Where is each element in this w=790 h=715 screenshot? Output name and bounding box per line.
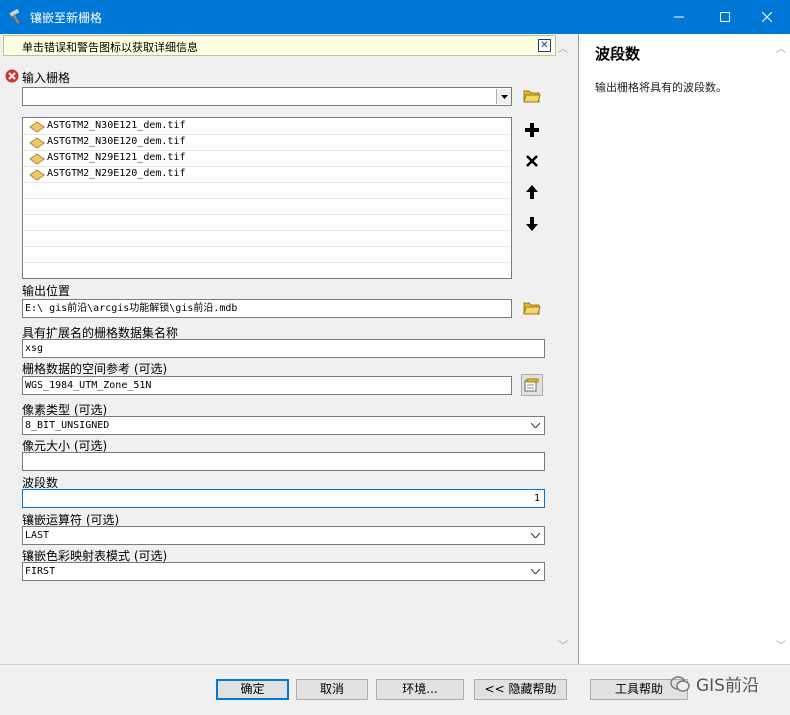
open-folder-icon xyxy=(523,302,541,315)
arrow-up-icon xyxy=(526,185,538,199)
list-item[interactable]: ASTGTM2_N30E121_dem.tif xyxy=(24,119,510,135)
list-item[interactable]: ASTGTM2_N29E120_dem.tif xyxy=(24,167,510,183)
colormap-mode-select[interactable]: FIRST xyxy=(22,562,545,581)
maximize-button[interactable] xyxy=(702,0,748,34)
move-up-button[interactable] xyxy=(521,181,543,203)
raster-icon xyxy=(29,121,45,133)
list-item-empty xyxy=(24,199,510,215)
help-title: 波段数 xyxy=(595,45,641,63)
spatial-ref-field[interactable]: WGS_1984_UTM_Zone_51N xyxy=(22,376,512,395)
bands-field[interactable]: 1 xyxy=(22,489,545,508)
raster-icon xyxy=(29,153,45,165)
help-scroll-down-arrow[interactable]: ﹀ xyxy=(776,637,786,652)
minimize-button[interactable] xyxy=(656,0,702,34)
spatial-ref-button[interactable] xyxy=(521,374,543,396)
arrow-down-icon xyxy=(526,217,538,231)
scroll-up-arrow[interactable]: ︿ xyxy=(558,40,568,55)
list-item-empty xyxy=(24,247,510,263)
watermark: GIS前沿 xyxy=(670,671,759,696)
raster-icon xyxy=(29,137,45,149)
browse-output-button[interactable] xyxy=(521,297,543,319)
list-item[interactable]: ASTGTM2_N29E121_dem.tif xyxy=(24,151,510,167)
help-pane: 波段数 输出栅格将具有的波段数。 ︿ ﹀ xyxy=(578,34,790,664)
window-title: 镶嵌至新栅格 xyxy=(30,11,103,25)
help-scroll-up-arrow[interactable]: ︿ xyxy=(776,40,786,55)
list-item-empty xyxy=(24,215,510,231)
input-rasters-combo[interactable] xyxy=(22,87,512,106)
parameters-pane: 单击错误和警告图标以获取详细信息 ✕ 输入栅格 ASTGTM2_N30E121_… xyxy=(0,34,576,664)
raster-icon xyxy=(29,169,45,181)
title-bar: 镶嵌至新栅格 xyxy=(0,0,790,34)
spatial-ref-label: 栅格数据的空间参考 (可选) xyxy=(22,362,168,376)
remove-button[interactable] xyxy=(521,150,543,172)
delete-icon xyxy=(526,155,538,167)
hammer-icon xyxy=(8,8,24,25)
open-folder-icon xyxy=(523,90,541,103)
error-icon[interactable] xyxy=(5,69,19,86)
hide-help-button[interactable]: << 隐藏帮助 xyxy=(474,679,567,700)
watermark-text: GIS前沿 xyxy=(696,676,759,696)
close-button[interactable] xyxy=(744,0,790,34)
ok-button[interactable]: 确定 xyxy=(216,679,289,700)
output-location-label: 输出位置 xyxy=(22,284,71,298)
list-item[interactable]: ASTGTM2_N30E120_dem.tif xyxy=(24,135,510,151)
input-rasters-list[interactable]: ASTGTM2_N30E121_dem.tif ASTGTM2_N30E120_… xyxy=(22,117,512,279)
list-item-empty xyxy=(24,231,510,247)
move-down-button[interactable] xyxy=(521,213,543,235)
help-text: 输出栅格将具有的波段数。 xyxy=(595,81,727,94)
browse-input-button[interactable] xyxy=(521,85,543,107)
input-rasters-label: 输入栅格 xyxy=(22,71,71,85)
chevron-down-icon xyxy=(528,417,542,434)
cancel-button[interactable]: 取消 xyxy=(296,679,368,700)
scroll-down-arrow[interactable]: ﹀ xyxy=(558,637,568,652)
plus-icon xyxy=(525,123,539,137)
mosaic-operator-select[interactable]: LAST xyxy=(22,526,545,545)
info-banner: 单击错误和警告图标以获取详细信息 ✕ xyxy=(3,35,556,56)
chevron-down-icon xyxy=(528,527,542,544)
list-item-empty xyxy=(24,183,510,199)
banner-text: 单击错误和警告图标以获取详细信息 xyxy=(22,41,198,54)
chevron-down-icon[interactable] xyxy=(496,89,511,104)
output-location-field[interactable]: E:\ gis前沿\arcgis功能解锁\gis前沿.mdb xyxy=(22,299,512,318)
add-button[interactable] xyxy=(521,119,543,141)
button-bar: 确定 取消 环境... << 隐藏帮助 工具帮助 GIS前沿 xyxy=(0,664,790,715)
properties-icon xyxy=(524,378,539,392)
raster-name-field[interactable]: xsg xyxy=(22,339,545,358)
cell-size-field[interactable] xyxy=(22,452,545,471)
wechat-icon xyxy=(670,675,690,692)
banner-close-button[interactable]: ✕ xyxy=(538,39,551,52)
pixel-type-select[interactable]: 8_BIT_UNSIGNED xyxy=(22,416,545,435)
chevron-down-icon xyxy=(528,563,542,580)
environments-button[interactable]: 环境... xyxy=(376,679,464,700)
